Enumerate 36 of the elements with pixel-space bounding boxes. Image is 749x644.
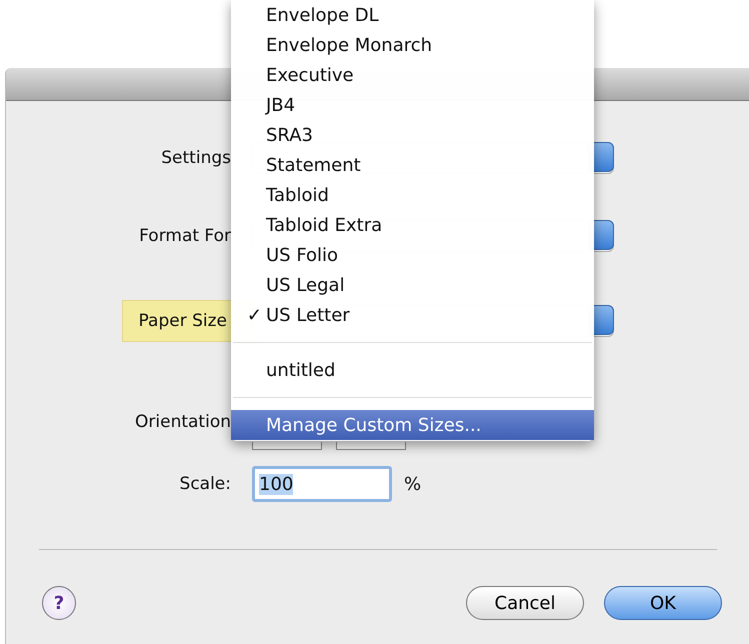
ok-button[interactable]: OK xyxy=(604,586,722,620)
menu-item[interactable]: US Legal xyxy=(231,270,594,300)
menu-item[interactable]: untitled xyxy=(231,355,594,385)
menu-item[interactable]: Manage Custom Sizes... xyxy=(231,410,594,440)
menu-item[interactable]: JB4 xyxy=(231,90,594,120)
portrait-button[interactable] xyxy=(252,442,322,450)
menu-item-label: untitled xyxy=(266,360,336,380)
unit-label: % xyxy=(404,474,422,494)
menu-item[interactable]: SRA3 xyxy=(231,120,594,150)
menu-item-label: US Letter xyxy=(266,304,350,326)
menu-item-label: Envelope Monarch xyxy=(266,34,432,56)
menu-item[interactable]: Tabloid Extra xyxy=(231,210,594,240)
menu-item-label: Envelope DL xyxy=(266,4,379,26)
menu-item-label: Tabloid Extra xyxy=(266,214,382,236)
menu-item[interactable]: Executive xyxy=(231,60,594,90)
help-button[interactable]: ? xyxy=(42,586,76,620)
cancel-button[interactable]: Cancel xyxy=(466,586,584,620)
menu-item[interactable]: Envelope Monarch xyxy=(231,30,594,60)
menu-item-label: US Folio xyxy=(266,244,338,266)
field-label: Orientation xyxy=(134,412,232,432)
menu-item-label: SRA3 xyxy=(266,124,313,146)
menu-item[interactable]: Envelope DL xyxy=(231,0,594,30)
scale-field[interactable]: 100 xyxy=(252,466,392,502)
field-label: Format For xyxy=(138,226,232,246)
menu-item[interactable]: Statement xyxy=(231,150,594,180)
menu-item-label: Manage Custom Sizes... xyxy=(266,414,482,436)
menu-item-label: Executive xyxy=(266,64,354,86)
menu-item-label: Tabloid xyxy=(266,184,329,206)
menu-item[interactable]: US Folio xyxy=(231,240,594,270)
menu-item-label: JB4 xyxy=(266,94,296,116)
menu-item[interactable]: Tabloid xyxy=(231,180,594,210)
field-label: Scale: xyxy=(178,474,232,494)
menu-item-label: Statement xyxy=(266,154,361,176)
landscape-button[interactable] xyxy=(336,442,406,450)
menu-item-label: US Legal xyxy=(266,274,345,296)
field-label: Settings xyxy=(160,148,232,168)
